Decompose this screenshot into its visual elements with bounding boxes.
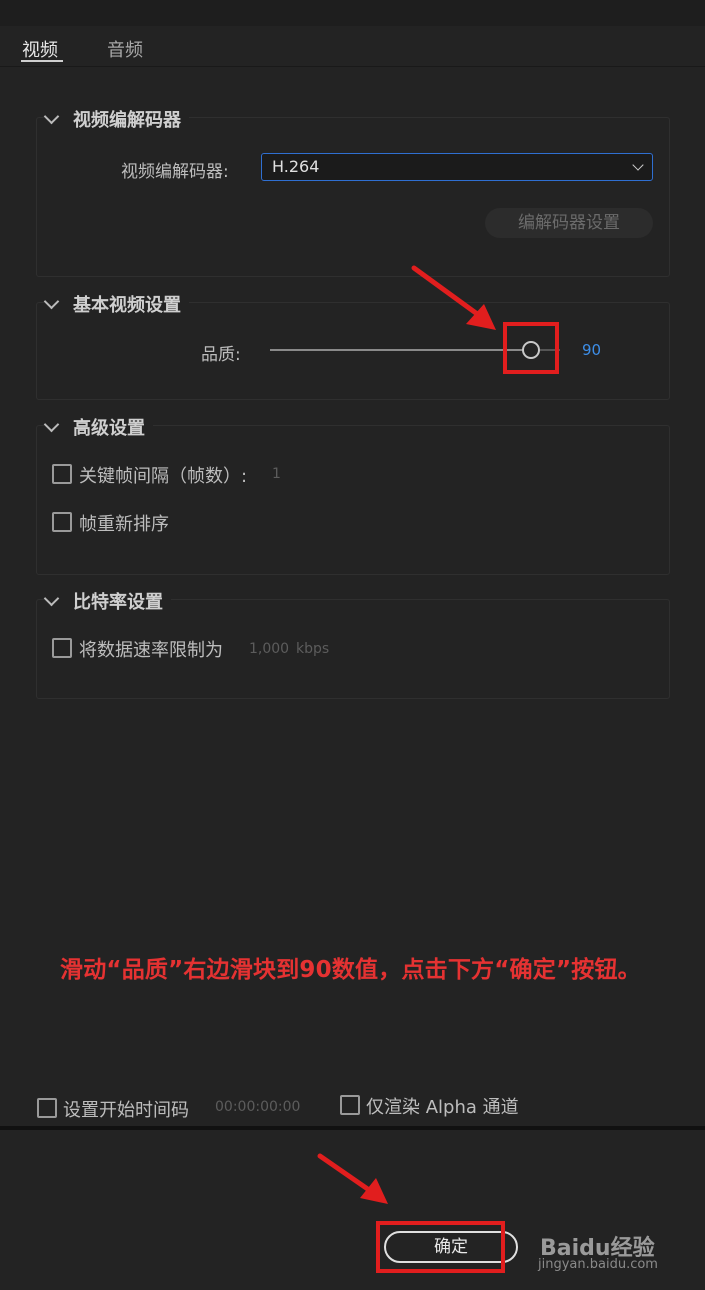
tab-video[interactable]: 视频 [22, 36, 58, 62]
codec-field-label: 视频编解码器: [121, 162, 229, 182]
codec-settings-button[interactable]: 编解码器设置 [485, 208, 653, 238]
keyframe-value[interactable]: 1 [272, 466, 281, 482]
alpha-only-checkbox[interactable] [340, 1095, 360, 1115]
keyframe-checkbox[interactable] [52, 464, 72, 484]
timecode-checkbox[interactable] [37, 1098, 57, 1118]
quality-slider-fill [270, 349, 531, 351]
codec-select[interactable]: H.264 [261, 153, 653, 181]
chevron-down-icon [43, 416, 60, 433]
arrow-annotation-icon [317, 1153, 388, 1204]
alpha-only-label: 仅渲染 Alpha 通道 [366, 1097, 519, 1118]
chevron-down-icon [43, 293, 60, 310]
limit-bitrate-value[interactable]: 1,000 [249, 641, 289, 657]
timecode-label: 设置开始时间码 [63, 1100, 189, 1121]
highlight-box-ok [376, 1221, 505, 1273]
section-bitrate-header[interactable]: 比特率设置 [43, 588, 171, 614]
highlight-box-slider [503, 322, 559, 374]
dropdown-arrow-icon [632, 159, 644, 171]
section-advanced [36, 425, 670, 575]
chevron-down-icon [43, 108, 60, 125]
annotation-instruction: 滑动“品质”右边滑块到90数值，点击下方“确定”按钮。 [60, 957, 641, 983]
active-tab-indicator [21, 60, 63, 62]
tab-bar: 视频 音频 [0, 26, 705, 67]
section-codec-header[interactable]: 视频编解码器 [43, 106, 189, 132]
limit-bitrate-unit: kbps [296, 641, 330, 657]
section-codec [36, 117, 670, 277]
timecode-value[interactable]: 00:00:00:00 [215, 1099, 300, 1115]
chevron-down-icon [43, 590, 60, 607]
limit-bitrate-checkbox[interactable] [52, 638, 72, 658]
arrow-annotation-icon [411, 265, 496, 330]
frame-reorder-label: 帧重新排序 [79, 514, 169, 535]
section-basic-header[interactable]: 基本视频设置 [43, 291, 189, 317]
footer-divider [0, 1126, 705, 1130]
section-advanced-header[interactable]: 高级设置 [43, 414, 153, 440]
quality-value[interactable]: 90 [582, 341, 601, 359]
frame-reorder-checkbox[interactable] [52, 512, 72, 532]
quality-label: 品质: [201, 345, 241, 365]
watermark-url: jingyan.baidu.com [538, 1257, 658, 1272]
tab-audio[interactable]: 音频 [107, 36, 143, 62]
codec-select-value: H.264 [272, 157, 320, 176]
limit-bitrate-label: 将数据速率限制为 [79, 640, 223, 661]
keyframe-label: 关键帧间隔（帧数）: [79, 466, 248, 487]
window-top-strip [0, 0, 705, 26]
